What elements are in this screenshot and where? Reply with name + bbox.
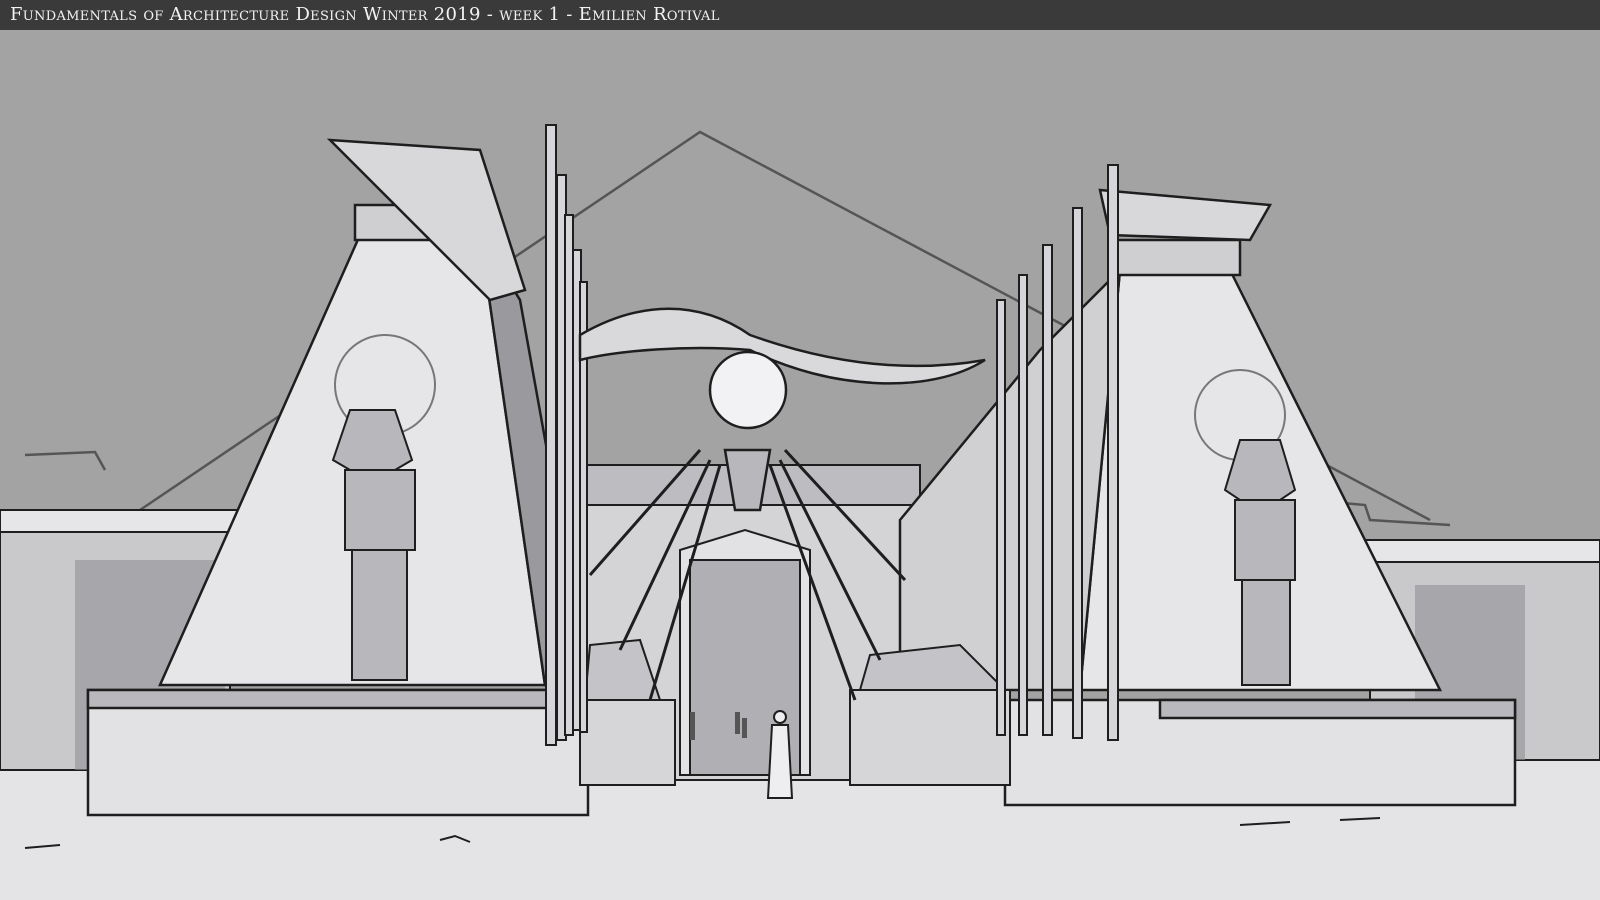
artwork-canvas bbox=[0, 30, 1600, 900]
left-base bbox=[86, 688, 590, 817]
temple-gate-sketch bbox=[0, 30, 1600, 900]
traveler-figure bbox=[766, 710, 794, 799]
title-bar: Fundamentals of Architecture Design Wint… bbox=[0, 0, 1600, 30]
artwork-title: Fundamentals of Architecture Design Wint… bbox=[10, 4, 720, 25]
